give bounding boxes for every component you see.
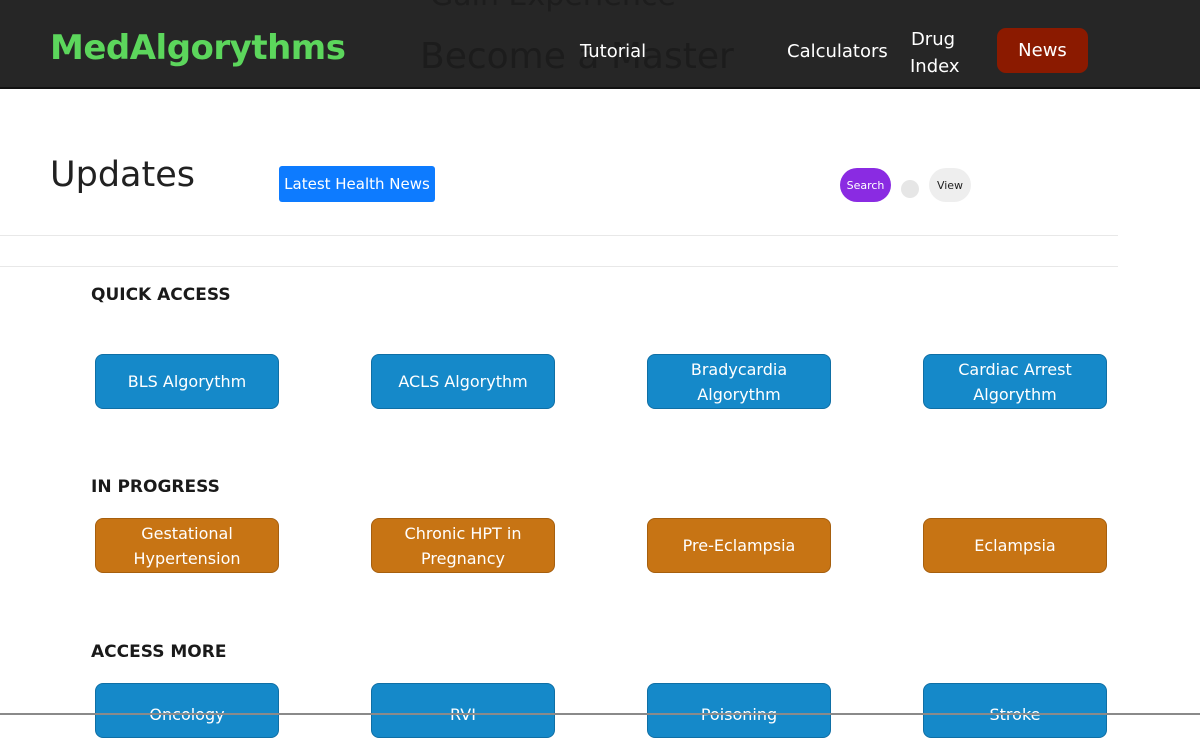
background-banner-text: Become a Master (420, 36, 734, 77)
divider (0, 266, 1118, 267)
tile-acls-algorythm[interactable]: ACLS Algorythm (371, 354, 555, 409)
tile-bradycardia-algorythm[interactable]: Bradycardia Algorythm (647, 354, 831, 409)
page-title: Updates (50, 155, 195, 195)
search-button[interactable]: Search (840, 168, 891, 202)
tile-pre-eclampsia[interactable]: Pre-Eclampsia (647, 518, 831, 573)
background-banner-text: Gain Experience (430, 0, 676, 13)
section-heading-in-progress: IN PROGRESS (91, 477, 220, 497)
divider (0, 235, 1118, 236)
tile-gestational-hypertension[interactable]: Gestational Hypertension (95, 518, 279, 573)
tile-oncology[interactable]: Oncology (95, 683, 279, 738)
tile-chronic-hpt-in-pregnancy[interactable]: Chronic HPT in Pregnancy (371, 518, 555, 573)
news-button[interactable]: News (997, 28, 1088, 73)
nav-link-drug-index[interactable]: Drug Index (910, 26, 960, 80)
section-heading-quick-access: QUICK ACCESS (91, 285, 231, 305)
nav-link-drug-index-line2: Index (910, 56, 960, 77)
section-heading-access-more: ACCESS MORE (91, 642, 227, 662)
toggle-dot[interactable] (901, 180, 919, 198)
top-navbar: Gain Experience Become a Master MedAlgor… (0, 0, 1200, 89)
tile-eclampsia[interactable]: Eclampsia (923, 518, 1107, 573)
view-button[interactable]: View (929, 168, 971, 202)
tile-poisoning[interactable]: Poisoning (647, 683, 831, 738)
tile-bls-algorythm[interactable]: BLS Algorythm (95, 354, 279, 409)
brand-logo-link[interactable]: MedAlgorythms (50, 28, 346, 68)
tile-rvi[interactable]: RVI (371, 683, 555, 738)
latest-health-news-button[interactable]: Latest Health News (279, 166, 435, 202)
nav-link-tutorial[interactable]: Tutorial (580, 38, 646, 65)
nav-link-calculators[interactable]: Calculators (787, 38, 888, 65)
nav-link-drug-index-line1: Drug (910, 29, 956, 50)
tile-cardiac-arrest-algorythm[interactable]: Cardiac Arrest Algorythm (923, 354, 1107, 409)
tile-stroke[interactable]: Stroke (923, 683, 1107, 738)
